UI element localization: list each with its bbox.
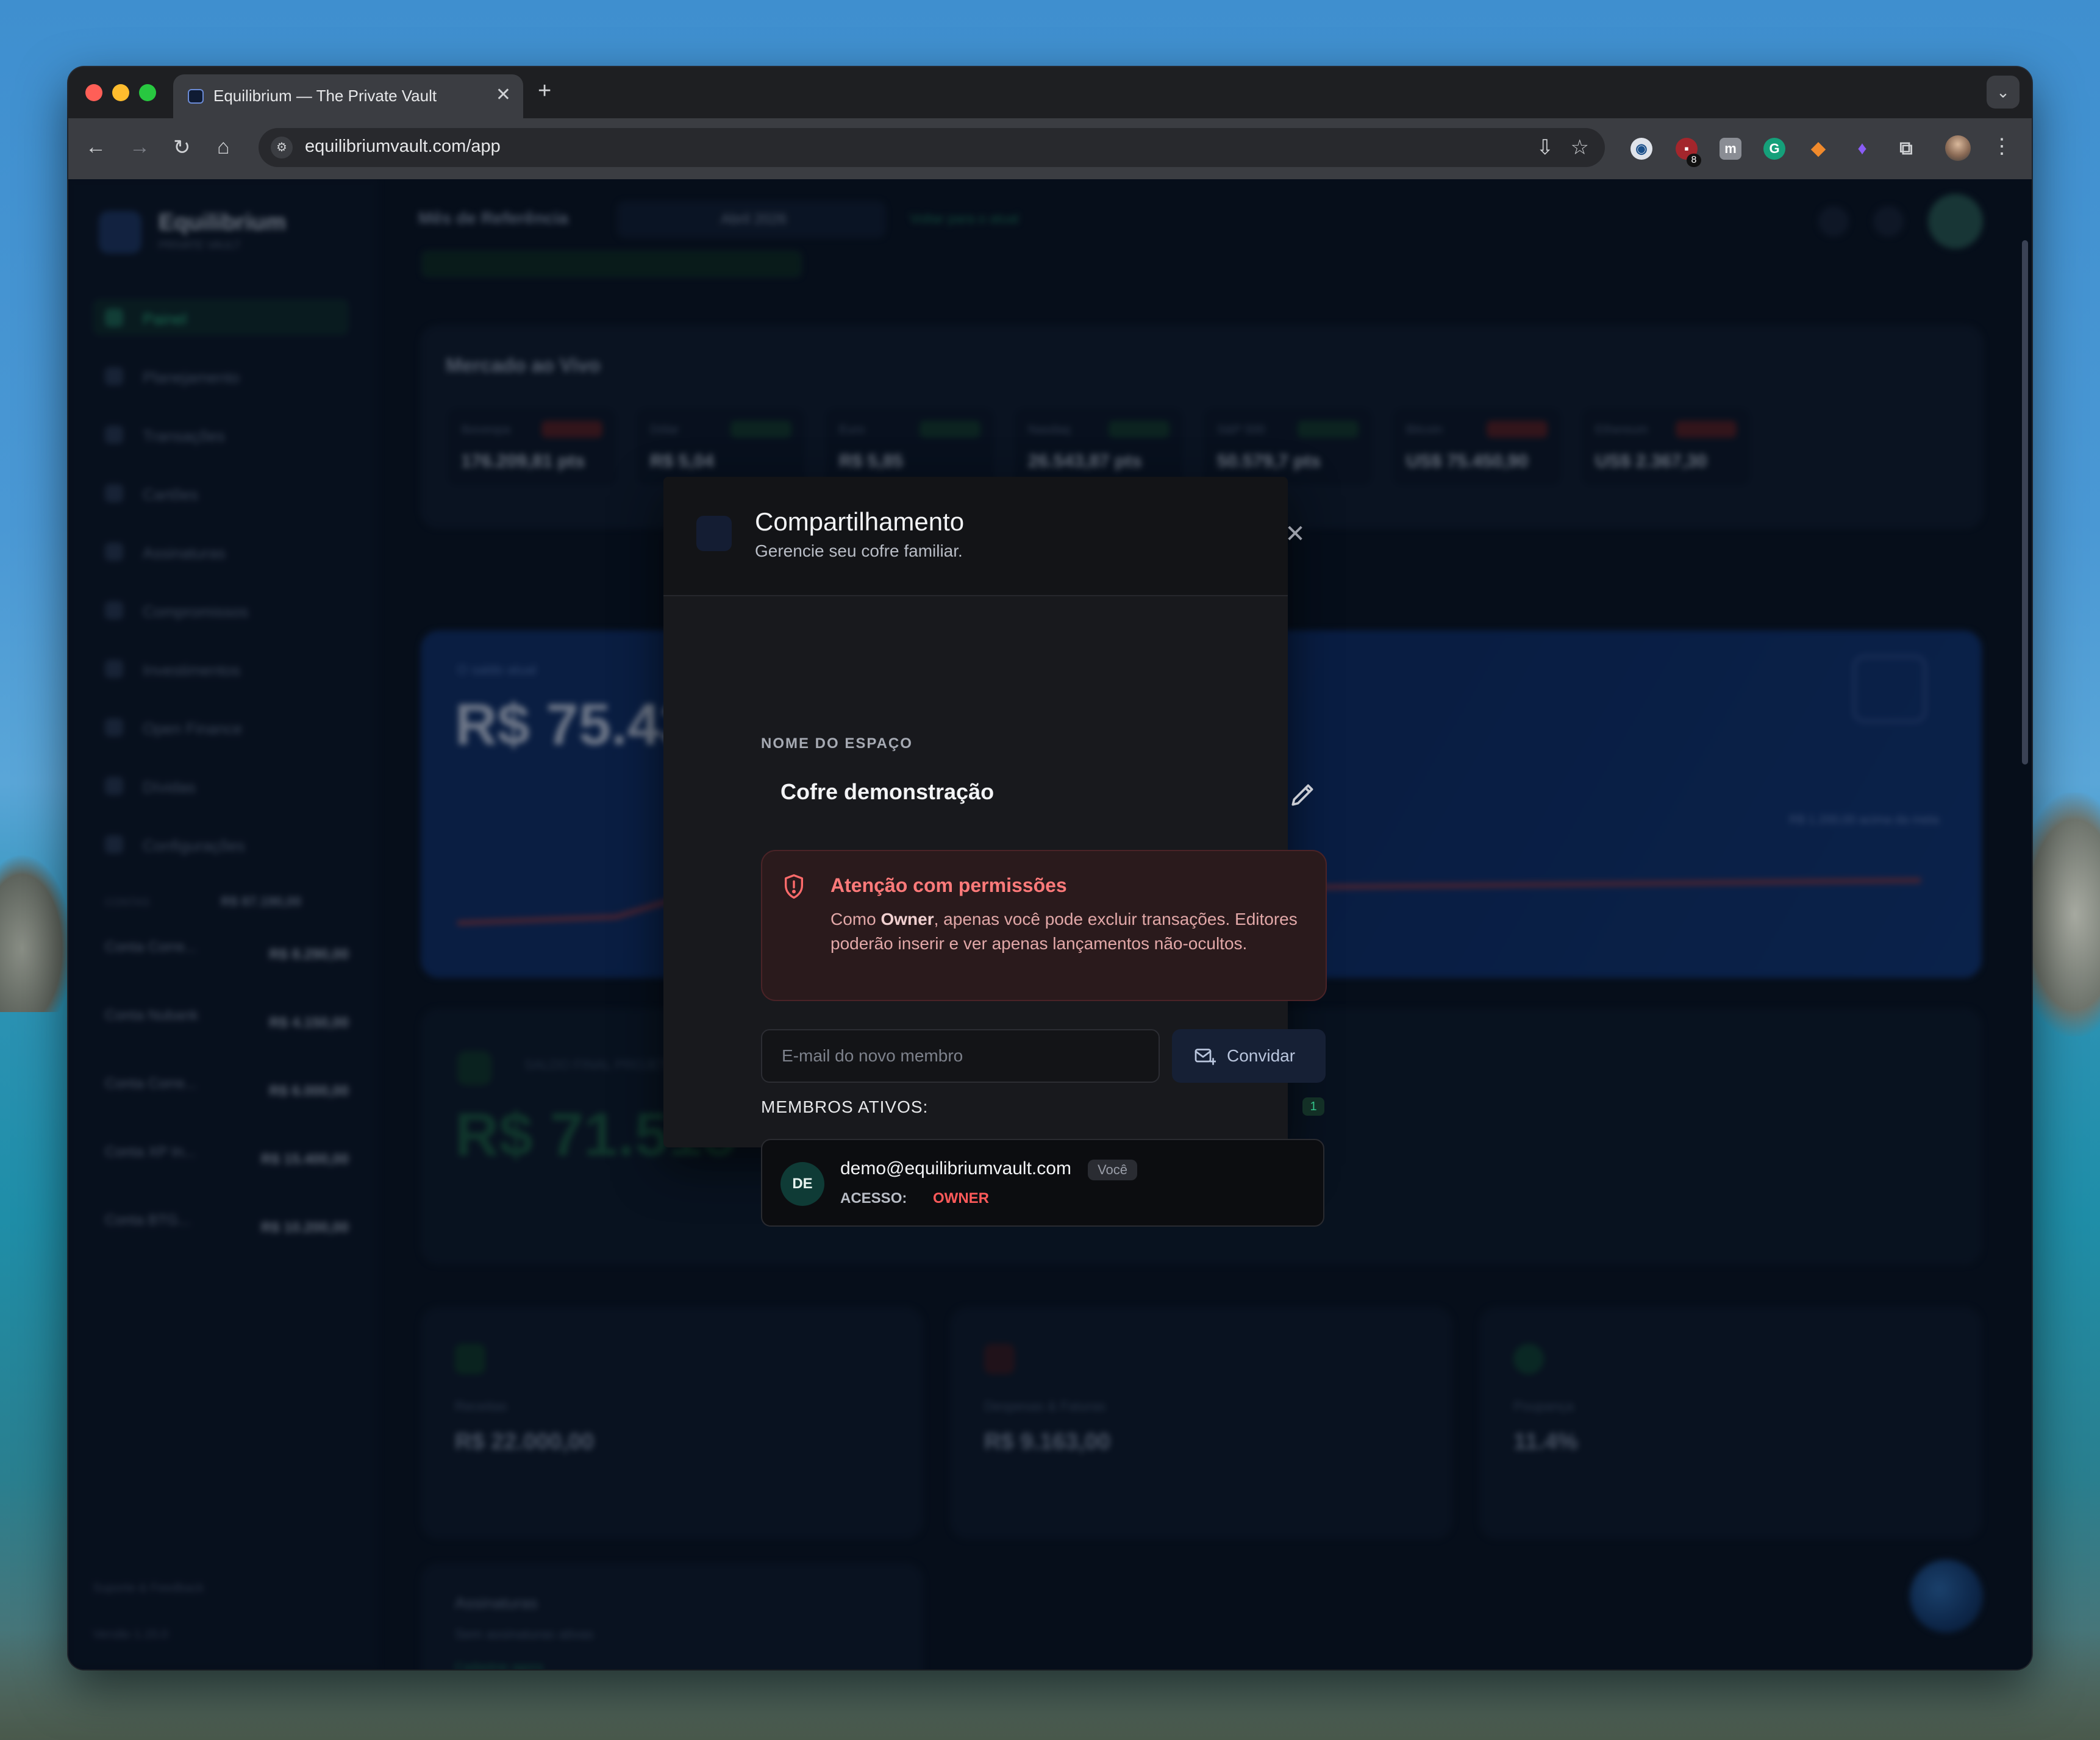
back-icon[interactable]: ← [85,135,106,159]
browser-toolbar: ← → ↻ ⌂ ⚙ equilibriumvault.com/app ⇩ ☆ ◉… [68,118,2032,179]
reload-icon[interactable]: ↻ [173,135,191,160]
new-member-email-input[interactable] [761,1029,1160,1083]
modal-header: Compartilhamento Gerencie seu cofre fami… [663,477,1305,596]
access-label: ACESSO: [840,1190,907,1207]
close-window-button[interactable] [85,84,102,101]
modal-subtitle: Gerencie seu cofre familiar. [755,541,963,560]
mail-plus-icon [1194,1046,1217,1066]
tab-strip: Equilibrium — The Private Vault ✕ + ⌄ [68,67,2032,118]
tab-title: Equilibrium — The Private Vault [213,87,437,105]
browser-tab[interactable]: Equilibrium — The Private Vault ✕ [173,74,523,118]
desktop-rock-left [0,854,73,1012]
members-count-badge: 1 [1302,1097,1324,1116]
permissions-warning: Atenção com permissões Como Owner, apena… [761,850,1327,1001]
you-badge: Você [1088,1160,1137,1180]
extension-password-icon[interactable]: ◉ [1630,138,1652,160]
invite-button[interactable]: Convidar [1172,1029,1326,1083]
minimize-window-button[interactable] [112,84,129,101]
extension-badge-count: 8 [1687,154,1701,167]
maximize-window-button[interactable] [139,84,156,101]
extension-mastodon-icon[interactable]: m [1720,138,1741,160]
space-name-label: NOME DO ESPAÇO [761,735,913,752]
modal-title: Compartilhamento [755,507,965,536]
address-bar[interactable]: ⚙ equilibriumvault.com/app ⇩ ☆ [259,128,1605,167]
member-email: demo@equilibriumvault.com [840,1158,1071,1178]
invite-label: Convidar [1227,1046,1296,1065]
tab-search-button[interactable]: ⌄ [1987,76,2020,109]
extension-fox-icon[interactable]: ◆ [1807,138,1829,160]
edit-pencil-icon[interactable] [1288,779,1318,810]
warning-title: Atenção com permissões [830,874,1067,896]
install-app-icon[interactable]: ⇩ [1537,135,1554,160]
extension-crystal-icon[interactable]: ♦ [1851,138,1873,160]
member-row: DE demo@equilibriumvault.com Você ACESSO… [761,1139,1324,1227]
warning-text: Como Owner, apenas você pode excluir tra… [830,910,1298,953]
site-info-icon[interactable]: ⚙ [271,137,293,159]
vault-icon [696,516,732,551]
bookmark-star-icon[interactable]: ☆ [1571,135,1589,160]
url-text: equilibriumvault.com/app [305,137,501,156]
shield-alert-icon [782,873,806,900]
member-avatar: DE [780,1162,824,1206]
extensions-puzzle-icon[interactable]: ⧉ [1895,138,1917,160]
close-tab-icon[interactable]: ✕ [496,84,511,105]
warning-role: Owner [880,910,934,929]
extension-grammarly-icon[interactable]: G [1763,138,1785,160]
access-role: OWNER [933,1190,989,1207]
space-name-value: Cofre demonstração [780,779,995,804]
page-scrollbar[interactable] [2022,240,2028,765]
profile-avatar[interactable] [1945,135,1971,161]
forward-icon[interactable]: → [129,135,150,159]
favicon-icon [188,89,204,104]
close-icon[interactable]: ✕ [1278,517,1312,551]
active-members-label: MEMBROS ATIVOS: [761,1097,929,1116]
browser-menu-icon[interactable]: ⋮ [1991,134,2012,159]
new-tab-button[interactable]: + [538,78,551,104]
home-icon[interactable]: ⌂ [217,135,230,159]
